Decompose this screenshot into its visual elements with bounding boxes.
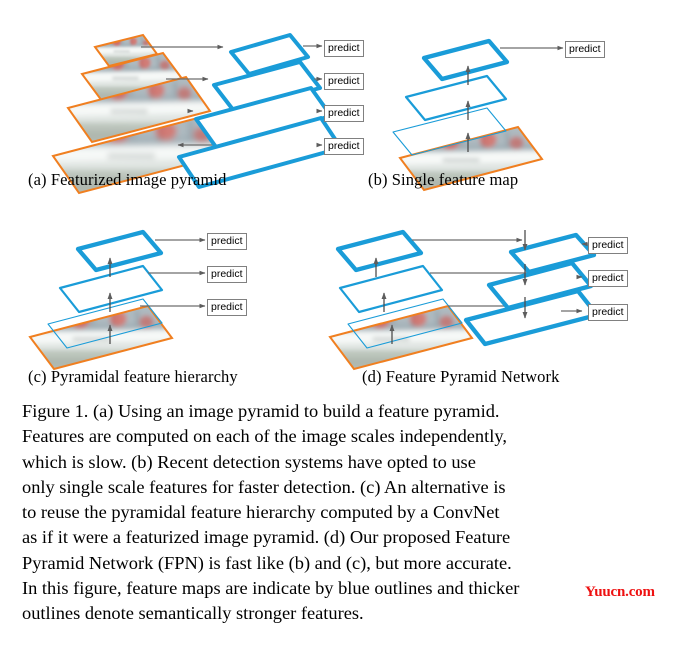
- panel-c-pyramidal-feature-hierarchy: [28, 229, 206, 371]
- caption-line: Features are computed on each of the ima…: [22, 426, 507, 447]
- panel-label-d: (d) Feature Pyramid Network: [362, 367, 560, 386]
- caption-line: outlines denote semantically stronger fe…: [22, 603, 364, 624]
- caption-line: as if it were a featurized image pyramid…: [22, 527, 511, 548]
- panel-label-a: (a) Featurized image pyramid: [28, 170, 227, 189]
- predict-box-d-2[interactable]: predict: [588, 270, 628, 287]
- caption-line: which is slow. (b) Recent detection syst…: [22, 451, 476, 472]
- panel-b-feature-map-3: [421, 38, 510, 82]
- caption-line: Pyramid Network (FPN) is fast like (b) a…: [22, 552, 512, 573]
- predict-box-c-1[interactable]: predict: [207, 299, 247, 316]
- figure-caption: Figure 1. (a) Using an image pyramid to …: [22, 399, 654, 627]
- caption-line: Figure 1. (a) Using an image pyramid to …: [22, 401, 500, 421]
- caption-line: In this figure, feature maps are indicat…: [22, 578, 520, 599]
- figure-1: predict predict predict predict predict …: [0, 0, 674, 653]
- predict-box-a-3[interactable]: predict: [324, 73, 364, 90]
- predict-box-a-1[interactable]: predict: [324, 138, 364, 155]
- panel-c-feature-map-3: [75, 229, 164, 273]
- predict-box-d-1[interactable]: predict: [588, 304, 628, 321]
- predict-box-b-1[interactable]: predict: [565, 41, 605, 58]
- predict-box-d-3[interactable]: predict: [588, 237, 628, 254]
- panel-d-feature-pyramid-network: [328, 229, 600, 371]
- panels-diagram: [28, 33, 600, 371]
- predict-box-a-4[interactable]: predict: [324, 40, 364, 57]
- panel-label-c: (c) Pyramidal feature hierarchy: [28, 367, 238, 386]
- panel-d-topdown-pyramid: [463, 232, 600, 347]
- panel-b-single-feature-map: [392, 38, 564, 192]
- predict-box-a-2[interactable]: predict: [324, 105, 364, 122]
- panel-d-bu-feature-map-3: [335, 229, 424, 273]
- predict-box-c-2[interactable]: predict: [207, 266, 247, 283]
- panel-label-b: (b) Single feature map: [368, 170, 519, 189]
- caption-line: to reuse the pyramidal feature hierarchy…: [22, 502, 500, 523]
- predict-box-c-3[interactable]: predict: [207, 233, 247, 250]
- caption-line: only single scale features for faster de…: [22, 476, 506, 497]
